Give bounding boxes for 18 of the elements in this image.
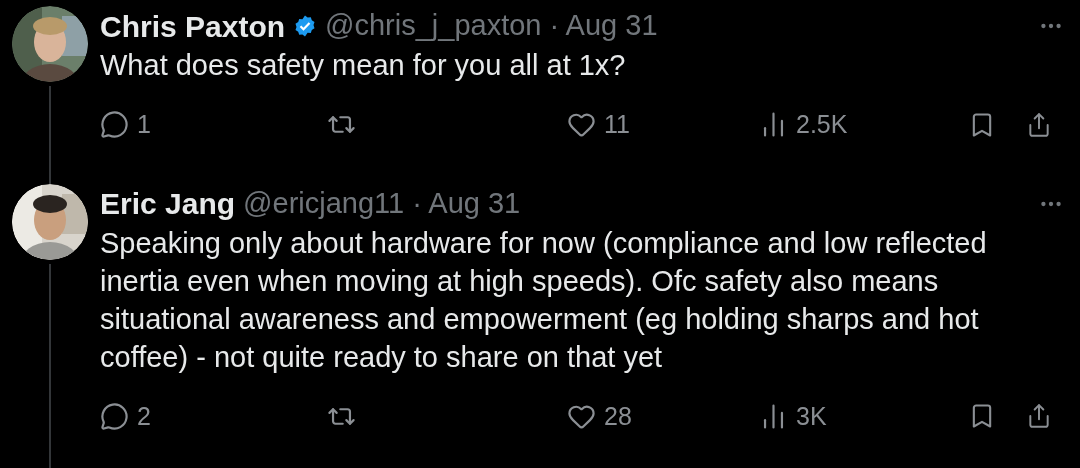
count: 3K: [796, 400, 827, 432]
post-date[interactable]: · Aug 31: [412, 181, 521, 226]
author-handle[interactable]: @chris_j_paxton: [325, 4, 542, 48]
count: 28: [604, 400, 632, 432]
reply-icon[interactable]: [100, 401, 129, 431]
share-icon[interactable]: [1026, 111, 1052, 138]
count: 1: [137, 109, 151, 140]
tweet-text: What does safety mean for you all at 1x?: [100, 48, 627, 83]
count: 2.5K: [796, 109, 848, 140]
tweet-text: Speaking only about hardware for now (compliance and low reflected inertia even when moving at high speeds). Ofc safety also means situational awareness and empowerment (eg holding sharps and hot coffee) - not quite ready to share on that yet: [100, 225, 988, 375]
share-icon[interactable]: [1026, 403, 1052, 430]
reply-icon[interactable]: [100, 110, 129, 140]
author-handle[interactable]: @ericjang11: [243, 181, 405, 226]
count: 2: [137, 400, 151, 432]
count: 11: [604, 109, 630, 140]
author-name[interactable]: Chris Paxton: [100, 3, 286, 49]
post-date[interactable]: · Aug 31: [549, 4, 658, 48]
author-name[interactable]: Eric Jang: [100, 181, 236, 226]
